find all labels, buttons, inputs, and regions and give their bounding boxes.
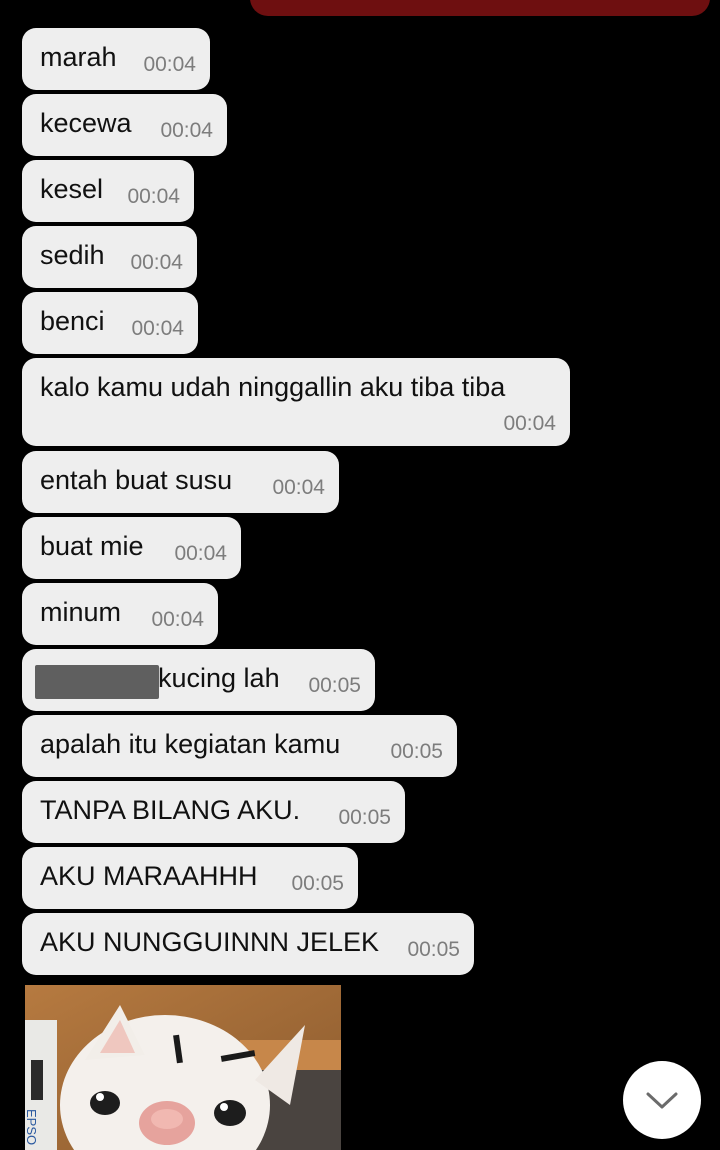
- message-bubble[interactable]: apalah itu kegiatan kamu 00:05: [22, 715, 457, 777]
- cat-photo: EPSO: [25, 985, 341, 1150]
- message-bubble[interactable]: kalo kamu udah ninggallin aku tiba tiba …: [22, 358, 570, 446]
- message-bubble[interactable]: kucing lah 00:05: [22, 649, 375, 711]
- message-text: sedih: [40, 240, 105, 270]
- message-time: 00:04: [151, 608, 204, 631]
- message-text: apalah itu kegiatan kamu: [40, 729, 341, 759]
- redaction-block: [35, 665, 159, 699]
- message-bubble[interactable]: entah buat susu 00:04: [22, 451, 339, 513]
- message-time: 00:05: [407, 938, 460, 961]
- sent-message-bubble-partial[interactable]: [250, 0, 710, 16]
- message-time: 00:04: [503, 412, 556, 435]
- message-bubble[interactable]: AKU NUNGGUINNN JELEK 00:05: [22, 913, 474, 975]
- chevron-down-icon: [646, 1092, 678, 1109]
- message-time: 00:05: [390, 740, 443, 763]
- message-time: 00:04: [127, 185, 180, 208]
- message-bubble[interactable]: marah 00:04: [22, 28, 210, 90]
- message-time: 00:04: [174, 542, 227, 565]
- message-text: entah buat susu: [40, 465, 233, 495]
- cat-photo-message[interactable]: EPSO: [25, 985, 341, 1150]
- message-text: kecewa: [40, 108, 132, 138]
- message-bubble[interactable]: benci 00:04: [22, 292, 198, 354]
- printer-box-label: EPSO: [25, 1109, 39, 1145]
- message-bubble[interactable]: minum 00:04: [22, 583, 218, 645]
- message-time: 00:05: [291, 872, 344, 895]
- message-time: 00:05: [308, 674, 361, 697]
- message-time: 00:05: [338, 806, 391, 829]
- message-text: marah: [40, 42, 117, 72]
- message-bubble[interactable]: AKU MARAAHHH 00:05: [22, 847, 358, 909]
- message-text: kesel: [40, 174, 104, 204]
- message-time: 00:04: [130, 251, 183, 274]
- message-bubble[interactable]: kecewa 00:04: [22, 94, 227, 156]
- message-time: 00:04: [272, 476, 325, 499]
- message-time: 00:04: [131, 317, 184, 340]
- message-text: TANPA BILANG AKU.: [40, 795, 301, 825]
- message-text: minum: [40, 597, 122, 627]
- message-time: 00:04: [143, 53, 196, 76]
- message-text: kucing lah: [158, 663, 280, 693]
- message-text: kalo kamu udah ninggallin aku tiba tiba: [40, 372, 506, 402]
- message-bubble[interactable]: TANPA BILANG AKU. 00:05: [22, 781, 405, 843]
- message-text: AKU NUNGGUINNN JELEK: [40, 927, 380, 957]
- message-bubble[interactable]: kesel 00:04: [22, 160, 194, 222]
- message-bubble[interactable]: sedih 00:04: [22, 226, 197, 288]
- message-text: benci: [40, 306, 105, 336]
- message-time: 00:04: [160, 119, 213, 142]
- message-text: buat mie: [40, 531, 144, 561]
- scroll-to-bottom-button[interactable]: [623, 1061, 701, 1139]
- message-text: AKU MARAAHHH: [40, 861, 258, 891]
- message-bubble[interactable]: buat mie 00:04: [22, 517, 241, 579]
